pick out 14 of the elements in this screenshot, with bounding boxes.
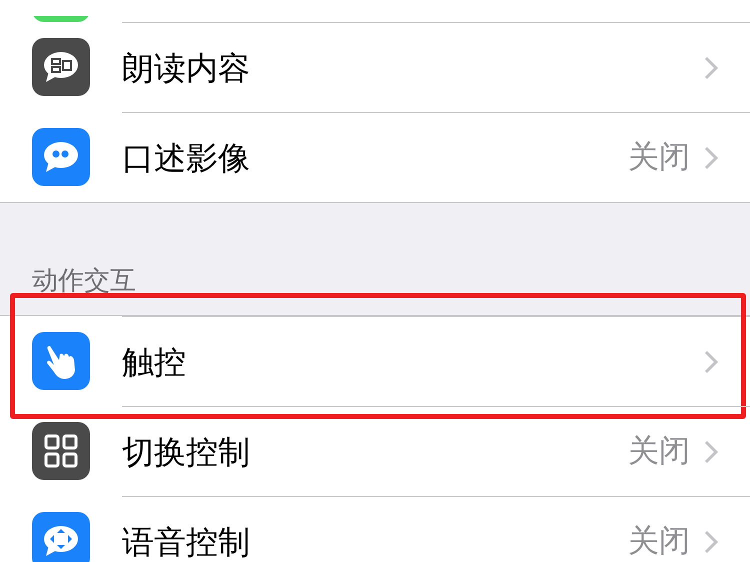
- setting-label: 口述影像: [122, 138, 251, 178]
- chevron-icon: [704, 56, 718, 80]
- chevron-icon: [704, 146, 718, 170]
- setting-label: 切换控制: [122, 432, 251, 472]
- setting-label: 语音控制: [122, 522, 251, 562]
- chevron-icon: [704, 350, 718, 374]
- setting-value: 关闭: [628, 138, 690, 178]
- setting-value: 关闭: [628, 522, 690, 562]
- setting-label: 朗读内容: [122, 48, 251, 88]
- chevron-icon: [704, 530, 718, 554]
- setting-label: 触控: [122, 342, 187, 382]
- chevron-icon: [704, 440, 718, 464]
- setting-value: 关闭: [628, 432, 690, 472]
- section-header: 动作交互: [32, 265, 136, 298]
